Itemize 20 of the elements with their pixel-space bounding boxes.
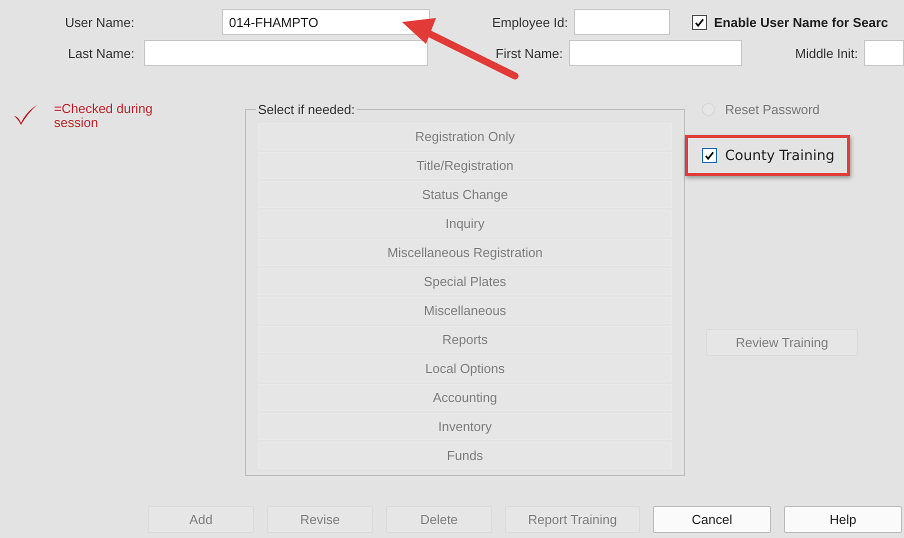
- user-name-field[interactable]: 014-FHAMPTO: [222, 9, 430, 35]
- employee-id-field[interactable]: [574, 9, 670, 35]
- middle-init-field[interactable]: [864, 40, 904, 66]
- field-label: Middle Init:: [794, 46, 859, 60]
- field-label: User Name:: [64, 14, 136, 30]
- last-name-field[interactable]: [144, 40, 428, 66]
- checkbox-label: Enable User Name for Searc: [714, 14, 888, 30]
- check-mark-icon: [12, 104, 38, 126]
- action-button[interactable]: Help: [784, 506, 902, 533]
- checkbox[interactable]: [702, 148, 717, 163]
- group-title: Select if needed:: [257, 102, 356, 117]
- radio-label: Reset Password: [725, 102, 820, 117]
- field-label: First Name:: [494, 46, 564, 60]
- field-label: Last Name:: [67, 46, 136, 60]
- field-label: Employee Id:: [491, 14, 569, 30]
- action-button[interactable]: Cancel: [653, 506, 771, 533]
- checkbox-label: County Training: [725, 148, 835, 164]
- legend-text: =Checked during session: [54, 102, 154, 130]
- checkbox[interactable]: [692, 14, 707, 30]
- first-name-field[interactable]: [568, 40, 742, 66]
